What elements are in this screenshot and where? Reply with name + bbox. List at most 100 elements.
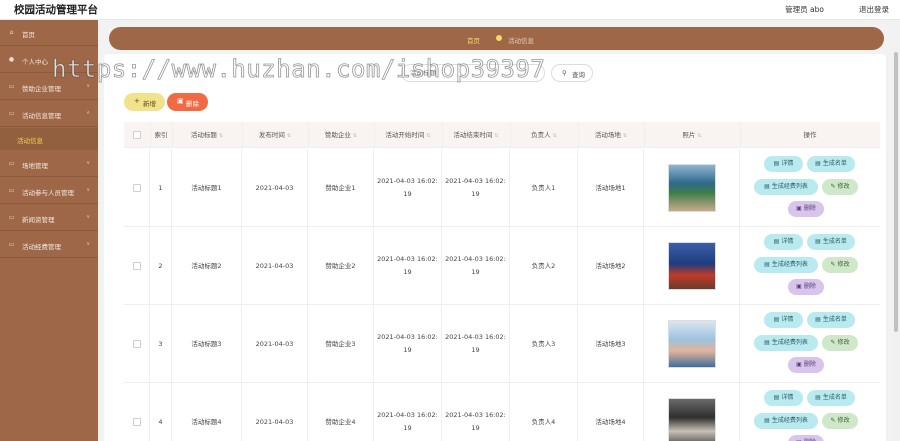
activity-photo[interactable] [667, 164, 716, 212]
scrollbar-thumb[interactable] [894, 52, 898, 332]
generate-list-button[interactable]: ▤ 生成名单 [807, 312, 855, 328]
sort-icon: ⇅ [218, 133, 224, 139]
sidebar: ⌂ 首页 ● 个人中心 ▭ 赞助企业管理 ∨ ▭ 活动信息管理 ∧ 活动信息 ▭… [0, 20, 98, 441]
scrollbar[interactable] [892, 46, 900, 441]
chevron-up-icon: ∧ [86, 110, 90, 116]
generate-list-button[interactable]: ▤ 生成名单 [807, 390, 855, 406]
sidebar-item-funds[interactable]: ▭ 活动经费管理 ∨ [0, 232, 98, 258]
cell-owner: 负责人2 [510, 227, 578, 305]
generate-fee-list-button[interactable]: ▤ 生成经费列表 [754, 179, 818, 195]
activity-photo[interactable] [667, 320, 716, 368]
doc-icon: ▭ [8, 160, 15, 167]
trash-icon: ▣ [796, 205, 802, 212]
breadcrumb: 首页 活动信息 [109, 27, 884, 50]
search-button[interactable]: ⚲ 查询 [551, 64, 593, 82]
sort-icon: ⇅ [352, 133, 358, 139]
logout-link[interactable]: 退出登录 [859, 4, 889, 15]
chevron-down-icon: ∨ [86, 214, 90, 220]
header-photo[interactable]: 照片 ⇅ [644, 122, 740, 148]
generate-fee-list-button[interactable]: ▤ 生成经费列表 [754, 335, 818, 351]
delete-button[interactable]: ▣删除 [788, 201, 824, 217]
detail-button[interactable]: ▤ 详情 [764, 156, 803, 172]
header-owner[interactable]: 负责人 ⇅ [510, 122, 578, 148]
breadcrumb-home[interactable]: 首页 [467, 35, 480, 45]
sidebar-item-label: 活动参与人员管理 [22, 189, 74, 197]
cell-title: 活动标题1 [172, 149, 242, 227]
row-checkbox[interactable] [132, 418, 141, 426]
detail-button[interactable]: ▤ 详情 [764, 234, 803, 250]
detail-button[interactable]: ▤ 详情 [764, 312, 803, 328]
cell-publish: 2021-04-03 [242, 227, 308, 305]
header-sponsor[interactable]: 赞助企业 ⇅ [308, 122, 374, 148]
cell-end: 2021-04-03 16:02: 19 [442, 149, 510, 227]
select-all-checkbox[interactable] [133, 131, 141, 139]
doc-icon: ▤ [764, 183, 770, 190]
row-checkbox[interactable] [132, 340, 141, 348]
sort-icon: ⇅ [494, 133, 499, 139]
sidebar-item-profile[interactable]: ● 个人中心 [0, 47, 98, 73]
cell-venue: 活动场地3 [578, 305, 644, 383]
delete-button[interactable]: ▣删除 [788, 435, 824, 441]
generate-fee-list-button[interactable]: ▤ 生成经费列表 [754, 257, 818, 273]
edit-button[interactable]: ✎ 修改 [822, 335, 858, 351]
detail-button[interactable]: ▤ 详情 [764, 390, 803, 406]
header-publish[interactable]: 发布时间 ⇅ [242, 122, 308, 148]
generate-fee-list-button[interactable]: ▤ 生成经费列表 [754, 413, 818, 429]
sidebar-item-label: 个人中心 [22, 58, 48, 66]
header-start[interactable]: 活动开始时间 ⇅ [374, 122, 442, 148]
header-title[interactable]: 活动标题 ⇅ [172, 122, 242, 148]
sidebar-subitem-activity-info[interactable]: 活动信息 [0, 128, 98, 150]
header-end[interactable]: 活动结束时间 ⇅ [442, 122, 510, 148]
sidebar-item-participants[interactable]: ▭ 活动参与人员管理 ∨ [0, 178, 98, 204]
edit-button[interactable]: ✎ 修改 [822, 413, 858, 429]
sidebar-item-label: 赞助企业管理 [22, 85, 61, 93]
cell-sponsor: 赞助企业1 [308, 149, 374, 227]
doc-icon: ▤ [764, 261, 770, 268]
sidebar-item-venue[interactable]: ▭ 场地管理 ∨ [0, 151, 98, 177]
cell-index: 1 [150, 149, 172, 227]
cell-venue: 活动场地1 [578, 149, 644, 227]
main-area: 首页 活动信息 ⚲ 查询 + 新增 ▣ 删除 索引 活动标题⇅ [98, 20, 900, 441]
doc-icon: ▤ [815, 316, 821, 323]
activity-photo[interactable] [667, 242, 716, 290]
cell-index: 4 [150, 383, 172, 441]
header-venue[interactable]: 活动场地 ⇅ [578, 122, 644, 148]
sort-icon: ⇅ [622, 133, 628, 139]
pencil-icon: ✎ [830, 183, 836, 190]
generate-list-button[interactable]: ▤ 生成名单 [807, 156, 855, 172]
add-button[interactable]: + 新增 [124, 93, 165, 111]
delete-button[interactable]: ▣删除 [788, 357, 824, 373]
row-actions: ▤详情▤生成名单 ▤生成经费列表✎修改 ▣删除 [740, 149, 880, 227]
search-input[interactable] [401, 64, 545, 82]
sidebar-item-sponsor[interactable]: ▭ 赞助企业管理 ∨ [0, 74, 98, 100]
header-select-all[interactable] [124, 122, 150, 148]
delete-button[interactable]: ▣删除 [788, 279, 824, 295]
plus-icon: + [134, 97, 140, 105]
cell-sponsor: 赞助企业3 [308, 305, 374, 383]
chevron-down-icon: ∨ [86, 187, 90, 193]
cell-sponsor: 赞助企业2 [308, 227, 374, 305]
batch-delete-button[interactable]: ▣ 删除 [167, 93, 208, 111]
edit-button[interactable]: ✎ 修改 [822, 257, 858, 273]
cell-owner: 负责人4 [510, 383, 578, 441]
sidebar-item-label: 场地管理 [22, 162, 48, 170]
cell-publish: 2021-04-03 [242, 305, 308, 383]
row-checkbox[interactable] [132, 184, 141, 192]
sidebar-item-label: 新闻资管理 [22, 216, 55, 224]
edit-button[interactable]: ✎ 修改 [822, 179, 858, 195]
row-checkbox[interactable] [132, 262, 141, 270]
doc-icon: ▭ [8, 241, 15, 248]
sidebar-item-home[interactable]: ⌂ 首页 [0, 20, 98, 46]
cell-end: 2021-04-03 16:02: 19 [442, 227, 510, 305]
sidebar-item-label: 首页 [22, 31, 35, 39]
activity-photo[interactable] [667, 398, 716, 441]
sidebar-item-news[interactable]: ▭ 新闻资管理 ∨ [0, 205, 98, 231]
cell-publish: 2021-04-03 [242, 149, 308, 227]
home-icon: ⌂ [9, 29, 14, 36]
sidebar-item-activity[interactable]: ▭ 活动信息管理 ∧ [0, 101, 98, 127]
generate-list-button[interactable]: ▤ 生成名单 [807, 234, 855, 250]
doc-icon: ▤ [764, 417, 770, 424]
user-icon: ● [8, 56, 15, 63]
cell-start: 2021-04-03 16:02: 19 [374, 149, 442, 227]
doc-icon: ▤ [815, 160, 821, 167]
